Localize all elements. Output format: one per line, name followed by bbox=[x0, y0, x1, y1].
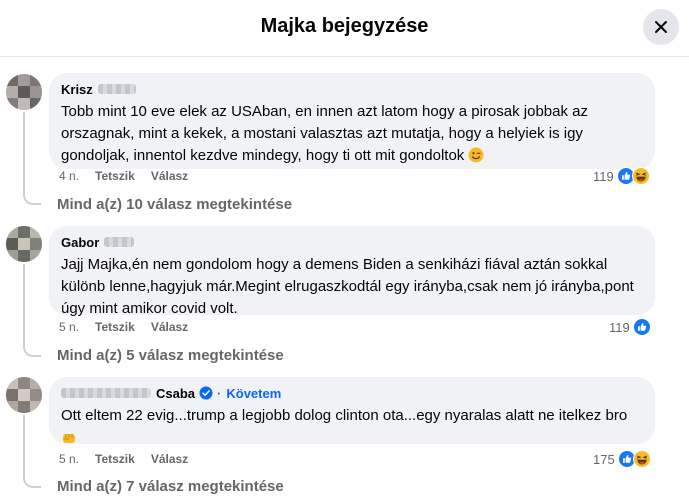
comment-meta: 4 n. Tetszik Válasz bbox=[59, 168, 188, 184]
dialog-header: Majka bejegyzése bbox=[0, 0, 689, 57]
comment-text: Ott eltem 22 evig...trump a legjobb dolo… bbox=[61, 405, 643, 449]
comment-body: Ott eltem 22 evig...trump a legjobb dolo… bbox=[61, 407, 628, 424]
verified-badge-icon bbox=[199, 386, 213, 400]
like-button[interactable]: Tetszik bbox=[95, 169, 135, 183]
reaction-count: 119 bbox=[593, 168, 614, 184]
view-replies-link[interactable]: Mind a(z) 5 válasz megtekintése bbox=[57, 347, 284, 364]
reply-button[interactable]: Válasz bbox=[151, 169, 188, 183]
avatar[interactable] bbox=[6, 377, 42, 413]
reaction-summary[interactable]: 175 bbox=[593, 449, 651, 469]
blurred-surname bbox=[104, 237, 135, 247]
dialog-title: Majka bejegyzése bbox=[260, 15, 429, 37]
reaction-count: 175 bbox=[593, 451, 615, 467]
thread-connector bbox=[23, 193, 41, 205]
comment-author[interactable]: Gabor bbox=[61, 234, 643, 250]
like-button[interactable]: Tetszik bbox=[95, 320, 135, 334]
reaction-count: 119 bbox=[609, 319, 630, 335]
comment-time[interactable]: 5 n. bbox=[59, 452, 79, 466]
like-button[interactable]: Tetszik bbox=[95, 452, 135, 466]
comment-time[interactable]: 4 n. bbox=[59, 169, 79, 183]
thread-line bbox=[23, 112, 25, 194]
fist-emoji bbox=[63, 434, 75, 443]
winking-face-emoji bbox=[468, 147, 484, 163]
reaction-summary[interactable]: 119 bbox=[609, 317, 651, 337]
follow-button[interactable]: Követem bbox=[226, 386, 281, 401]
comment-body: Tobb mint 10 eve elek az USAban, en inne… bbox=[61, 103, 588, 164]
reaction-summary[interactable]: 119 bbox=[593, 166, 650, 186]
thread-line bbox=[23, 415, 25, 477]
comment-text: Jajj Majka,én nem gondolom hogy a demens… bbox=[61, 256, 634, 317]
comment-author[interactable]: Krisz bbox=[61, 81, 643, 97]
blurred-surname bbox=[97, 84, 136, 94]
comment-author[interactable]: Csaba · Követem bbox=[61, 385, 643, 401]
close-button[interactable] bbox=[643, 9, 679, 45]
view-replies-link[interactable]: Mind a(z) 7 válasz megtekintése bbox=[57, 478, 284, 495]
like-reaction-icon bbox=[633, 318, 651, 336]
avatar[interactable] bbox=[6, 226, 42, 262]
reply-button[interactable]: Válasz bbox=[151, 320, 188, 334]
comment-text: Tobb mint 10 eve elek az USAban, en inne… bbox=[61, 101, 643, 167]
author-name[interactable]: Gabor bbox=[61, 235, 99, 250]
author-name[interactable]: Krisz bbox=[61, 82, 93, 97]
close-icon bbox=[655, 21, 667, 33]
view-replies-link[interactable]: Mind a(z) 10 válasz megtekintése bbox=[57, 196, 292, 213]
author-name[interactable]: Csaba bbox=[156, 386, 195, 401]
reply-button[interactable]: Válasz bbox=[151, 452, 188, 466]
comment-time[interactable]: 5 n. bbox=[59, 320, 79, 334]
comment-bubble: Csaba · Követem Ott eltem 22 evig...trum… bbox=[49, 377, 655, 444]
separator-dot: · bbox=[217, 385, 222, 401]
comment-meta: 5 n. Tetszik Válasz bbox=[59, 451, 188, 467]
thread-line bbox=[23, 264, 25, 346]
comment-meta: 5 n. Tetszik Válasz bbox=[59, 319, 188, 335]
haha-reaction-icon bbox=[632, 167, 650, 185]
thread-connector bbox=[23, 476, 41, 488]
haha-reaction-icon bbox=[633, 450, 651, 468]
avatar[interactable] bbox=[6, 74, 42, 110]
comment-bubble: Krisz Tobb mint 10 eve elek az USAban, e… bbox=[49, 73, 655, 169]
comment-bubble: Gabor Jajj Majka,én nem gondolom hogy a … bbox=[49, 226, 655, 317]
thread-connector bbox=[23, 345, 41, 357]
blurred-first-name bbox=[61, 388, 151, 398]
